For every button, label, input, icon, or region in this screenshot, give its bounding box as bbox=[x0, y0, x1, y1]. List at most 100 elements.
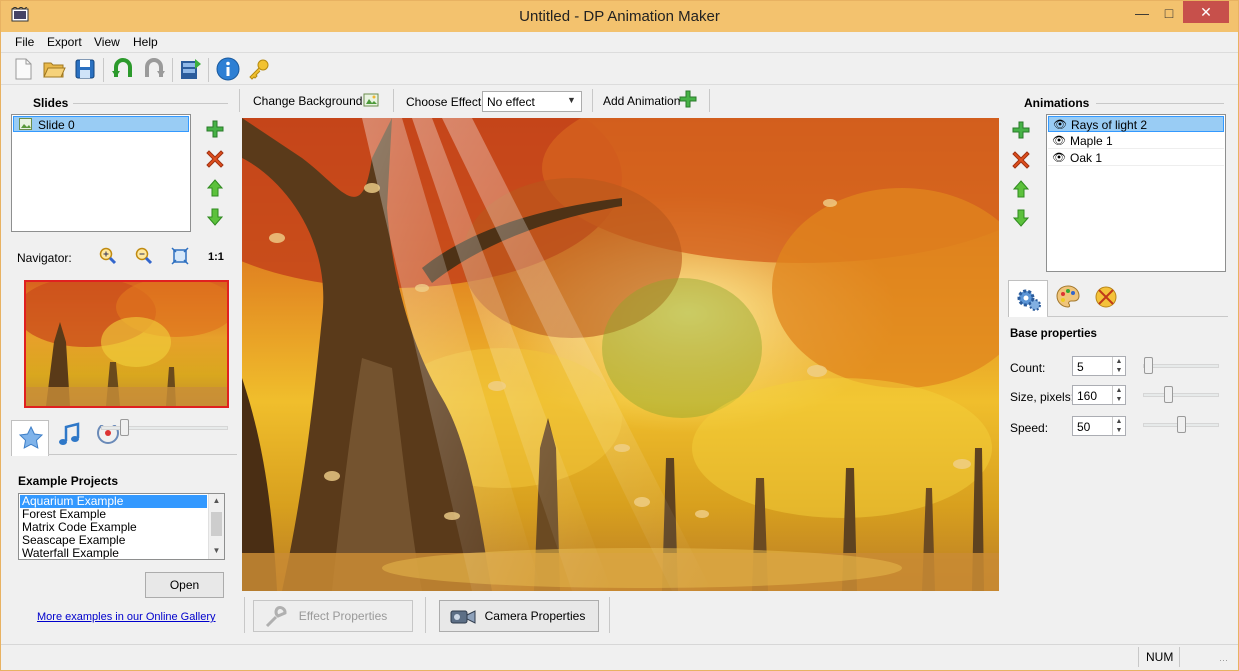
animation-item[interactable]: 👁 Maple 1 bbox=[1048, 133, 1224, 149]
title-bar: Untitled - DP Animation Maker — □ ✕ bbox=[1, 1, 1238, 32]
status-separator bbox=[1179, 647, 1180, 667]
effect-properties-label: Effect Properties bbox=[298, 609, 388, 623]
autumn-forest-image bbox=[242, 118, 999, 591]
tab-base-properties[interactable] bbox=[1008, 280, 1048, 317]
scroll-thumb[interactable] bbox=[211, 512, 222, 536]
gears-icon bbox=[1017, 289, 1041, 311]
add-animation-layer-icon[interactable] bbox=[1012, 121, 1030, 139]
count-slider[interactable] bbox=[1144, 357, 1153, 374]
animation-item[interactable]: 👁 Rays of light 2 bbox=[1048, 116, 1224, 132]
delete-slide-icon[interactable] bbox=[206, 150, 224, 168]
key-icon[interactable] bbox=[247, 57, 271, 81]
camera-properties-button[interactable]: Camera Properties bbox=[439, 600, 599, 632]
navigator-preview-image bbox=[26, 282, 227, 406]
slides-header: Slides bbox=[33, 96, 69, 110]
move-animation-down-icon[interactable] bbox=[1012, 209, 1030, 227]
size-value: 160 bbox=[1077, 389, 1098, 403]
speed-label: Speed: bbox=[1010, 421, 1049, 435]
eye-icon[interactable]: 👁 bbox=[1052, 150, 1066, 166]
status-bar: NUM ⋯ bbox=[1, 644, 1238, 670]
speed-value: 50 bbox=[1077, 420, 1091, 434]
navigator-label: Navigator: bbox=[17, 251, 72, 265]
example-item[interactable]: Waterfall Example bbox=[20, 547, 119, 560]
toolbar-separator bbox=[244, 597, 245, 633]
move-slide-up-icon[interactable] bbox=[206, 179, 224, 197]
undo-icon[interactable] bbox=[111, 57, 135, 81]
fit-to-window-icon[interactable] bbox=[171, 247, 189, 265]
zoom-in-icon[interactable] bbox=[99, 247, 117, 265]
count-label: Count: bbox=[1010, 361, 1046, 375]
add-animation-icon[interactable] bbox=[679, 90, 697, 108]
open-folder-icon[interactable] bbox=[42, 57, 66, 81]
stepper-arrows-icon[interactable]: ▲ ▼ bbox=[1112, 386, 1125, 404]
scroll-up-icon[interactable]: ▲ bbox=[210, 496, 223, 505]
music-tab-icon[interactable] bbox=[57, 422, 83, 448]
actual-size-button[interactable]: 1:1 bbox=[208, 251, 224, 263]
window-title: Untitled - DP Animation Maker bbox=[519, 8, 720, 25]
zoom-out-icon[interactable] bbox=[135, 247, 153, 265]
stepper-arrows-icon[interactable]: ▲ ▼ bbox=[1112, 417, 1125, 435]
info-icon[interactable] bbox=[216, 57, 240, 81]
navigator-preview[interactable] bbox=[24, 280, 229, 408]
palette-icon[interactable] bbox=[1055, 284, 1081, 310]
size-label: Size, pixels: bbox=[1010, 390, 1075, 404]
new-file-icon[interactable] bbox=[11, 57, 35, 81]
animation-item[interactable]: 👁 Oak 1 bbox=[1048, 150, 1224, 166]
toolbar-separator bbox=[709, 89, 710, 112]
toolbar-separator bbox=[208, 58, 209, 82]
effect-properties-button[interactable]: Effect Properties bbox=[253, 600, 413, 632]
tab-examples[interactable] bbox=[11, 420, 49, 456]
list-scrollbar[interactable]: ▲ ▼ bbox=[208, 494, 224, 559]
add-animation-label[interactable]: Add Animation bbox=[603, 94, 680, 108]
size-slider[interactable] bbox=[1164, 386, 1173, 403]
example-projects-list[interactable]: Aquarium Example Forest Example Matrix C… bbox=[18, 493, 225, 560]
choose-effect-label: Choose Effect: bbox=[406, 95, 485, 109]
minimize-button[interactable]: — bbox=[1129, 1, 1155, 25]
change-background-icon[interactable] bbox=[362, 91, 380, 109]
stepper-arrows-icon[interactable]: ▲ ▼ bbox=[1112, 357, 1125, 375]
eye-icon[interactable]: 👁 bbox=[1053, 117, 1067, 133]
divider bbox=[1047, 316, 1228, 317]
save-icon[interactable] bbox=[73, 57, 97, 81]
slides-list[interactable]: Slide 0 bbox=[11, 114, 191, 232]
add-slide-icon[interactable] bbox=[206, 120, 224, 138]
count-stepper[interactable]: 5 ▲ ▼ bbox=[1072, 356, 1126, 376]
menu-export[interactable]: Export bbox=[47, 35, 82, 49]
volume-slider[interactable] bbox=[120, 419, 129, 436]
main-toolbar bbox=[1, 52, 1238, 85]
menu-file[interactable]: File bbox=[15, 35, 34, 49]
close-button[interactable]: ✕ bbox=[1183, 1, 1229, 23]
slide-item[interactable]: Slide 0 bbox=[13, 116, 189, 132]
redo-icon[interactable] bbox=[142, 57, 166, 81]
resize-grip-icon[interactable]: ⋯ bbox=[1219, 655, 1228, 666]
change-background-label[interactable]: Change Background bbox=[253, 94, 362, 108]
toolbar-separator bbox=[609, 597, 610, 633]
move-animation-up-icon[interactable] bbox=[1012, 180, 1030, 198]
app-window: Untitled - DP Animation Maker — □ ✕ File… bbox=[0, 0, 1239, 671]
star-icon bbox=[18, 425, 44, 449]
size-slider-track[interactable] bbox=[1143, 393, 1219, 397]
effect-select[interactable]: No effect ▼ bbox=[482, 91, 582, 112]
delete-animation-icon[interactable] bbox=[1012, 151, 1030, 169]
open-example-button[interactable]: Open bbox=[145, 572, 224, 598]
chevron-down-icon: ▼ bbox=[567, 95, 576, 105]
divider bbox=[73, 103, 228, 104]
effect-value: No effect bbox=[487, 95, 535, 109]
speed-slider[interactable] bbox=[1177, 416, 1186, 433]
size-stepper[interactable]: 160 ▲ ▼ bbox=[1072, 385, 1126, 405]
divider bbox=[1096, 103, 1224, 104]
maximize-button[interactable]: □ bbox=[1155, 1, 1183, 25]
menu-help[interactable]: Help bbox=[133, 35, 158, 49]
scroll-down-icon[interactable]: ▼ bbox=[210, 546, 223, 555]
count-slider-track[interactable] bbox=[1143, 364, 1219, 368]
menu-view[interactable]: View bbox=[94, 35, 120, 49]
online-gallery-link[interactable]: More examples in our Online Gallery bbox=[37, 611, 216, 623]
animations-list[interactable]: 👁 Rays of light 2 👁 Maple 1 👁 Oak 1 bbox=[1046, 114, 1226, 272]
eye-icon[interactable]: 👁 bbox=[1052, 133, 1066, 149]
move-slide-down-icon[interactable] bbox=[206, 208, 224, 226]
render-video-icon[interactable] bbox=[179, 57, 203, 81]
speed-stepper[interactable]: 50 ▲ ▼ bbox=[1072, 416, 1126, 436]
divider bbox=[48, 454, 237, 455]
animation-canvas[interactable] bbox=[242, 118, 999, 591]
motion-path-icon[interactable] bbox=[1093, 284, 1119, 310]
